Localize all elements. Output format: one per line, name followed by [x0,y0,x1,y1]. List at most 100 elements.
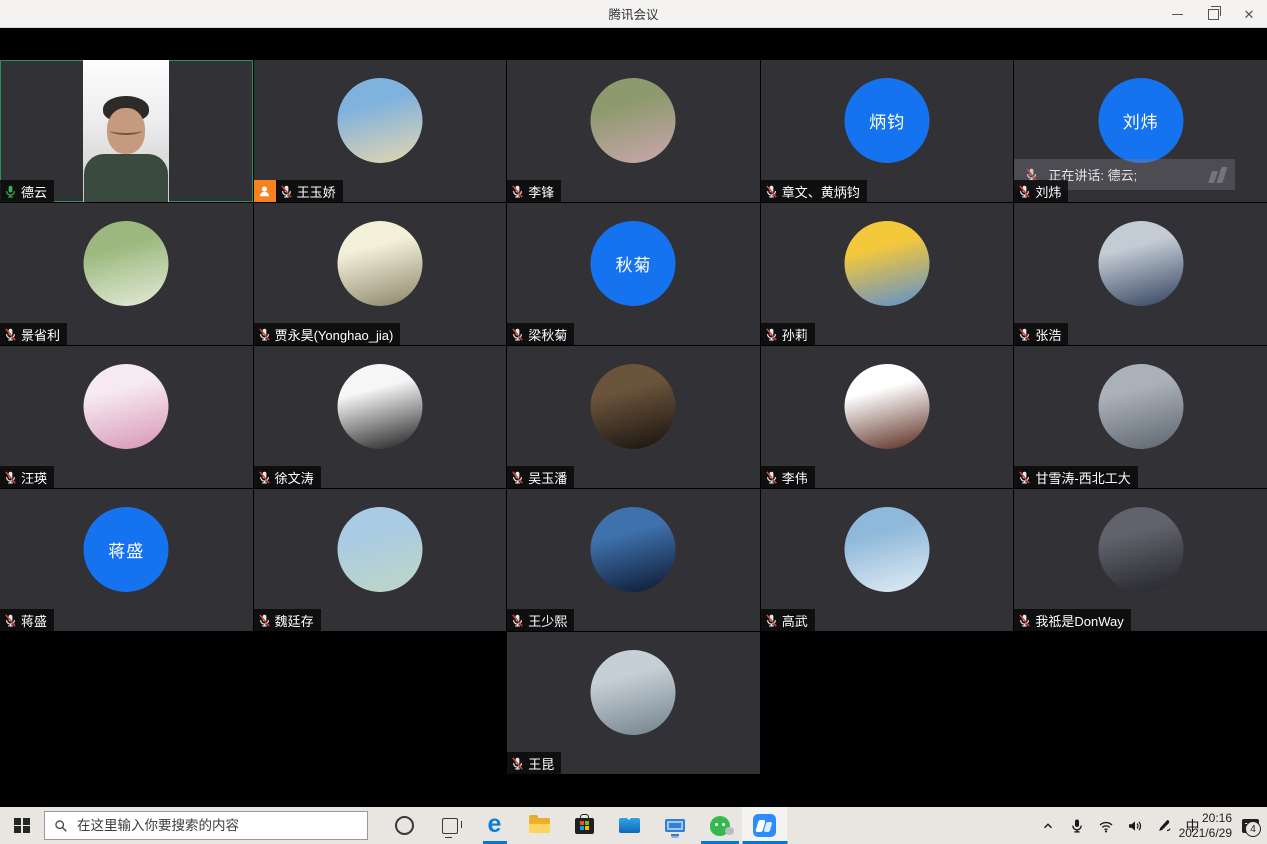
search-input[interactable] [75,817,358,834]
taskbar-app-tencent-meeting[interactable] [742,807,787,844]
taskbar-app-store[interactable] [562,807,607,844]
mic-status-icon [510,327,525,342]
avatar-street-photo [1098,507,1183,592]
taskbar-app-pc[interactable] [652,807,697,844]
participant-tile[interactable]: 德云 [0,60,253,202]
avatar-initials: 刘炜 [1098,78,1183,163]
clock-time: 20:16 [1202,811,1232,826]
participant-tile[interactable]: 王少熙 [507,489,760,631]
mic-status-icon [279,184,294,199]
mic-status-icon [1017,470,1032,485]
participant-nametag: 景省利 [0,323,67,345]
minimize-button[interactable] [1159,0,1195,28]
taskbar-app-file-explorer[interactable] [517,807,562,844]
participant-tile[interactable]: 李伟 [761,346,1014,488]
participant-tile[interactable]: 高武 [761,489,1014,631]
participant-tile[interactable]: 炳钧 章文、黄炳钧 [761,60,1014,202]
microsoft-store-icon [575,818,594,834]
participant-tile[interactable]: 孙莉 [761,203,1014,345]
participant-nametag: 蒋盛 [0,609,54,631]
avatar-forest-photo [591,78,676,163]
tray-ink-button[interactable] [1149,807,1178,844]
ink-pen-icon [1156,818,1172,834]
tray-volume-button[interactable] [1120,807,1149,844]
taskbar-app-wechat[interactable] [697,807,742,844]
participant-tile[interactable]: 汪瑛 [0,346,253,488]
participant-nametag: 高武 [761,609,815,631]
file-explorer-icon [529,818,550,833]
avatar-airplane-photo [845,507,930,592]
participant-tile[interactable]: 王昆 [507,632,760,774]
avatar-sheep-photo [337,78,422,163]
mic-status-icon [510,613,525,628]
participant-tile[interactable]: 魏廷存 [254,489,507,631]
participant-tile[interactable]: 吴玉潘 [507,346,760,488]
taskbar-app-task-view[interactable] [427,807,472,844]
avatar-tophat-cartoon [337,221,422,306]
participant-tile[interactable]: 李锋 [507,60,760,202]
participant-tile[interactable]: 贾永昊(Yonghao_jia) [254,203,507,345]
participant-tile[interactable]: 张浩 [1014,203,1267,345]
tray-microphone-button[interactable] [1062,807,1091,844]
participant-name: 王昆 [528,754,554,773]
participant-tile[interactable]: 秋菊 梁秋菊 [507,203,760,345]
participant-name: 高武 [782,611,808,630]
avatar-man-standing-photo [591,650,676,735]
participant-name: 梁秋菊 [528,325,567,344]
participant-nametag: 章文、黄炳钧 [761,180,867,202]
avatar-girl-photo [84,364,169,449]
participant-nametag: 甘雪涛-西北工大 [1014,466,1137,488]
close-button[interactable]: ✕ [1231,0,1267,28]
search-icon [54,819,68,833]
system-tray: 中 20:16 2021/6/29 4 [1033,807,1267,844]
participant-nametag: 王昆 [507,752,561,774]
avatar-winnie-pooh-cartoon [845,221,930,306]
taskbar-apps: e [382,807,787,844]
avatar-couple-travel-photo [1098,364,1183,449]
participant-name: 徐文涛 [275,468,314,487]
restore-icon [1208,9,1219,20]
window-title: 腾讯会议 [608,4,658,23]
mic-status-icon [764,327,779,342]
wechat-icon [710,816,730,836]
participant-tile[interactable]: 甘雪涛-西北工大 [1014,346,1267,488]
avatar-initials: 蒋盛 [84,507,169,592]
tencent-meeting-window: 腾讯会议 ✕ [0,0,1267,844]
tray-wifi-button[interactable] [1091,807,1120,844]
participant-tile[interactable]: 蒋盛 蒋盛 [0,489,253,631]
participant-name: 张浩 [1035,325,1061,344]
taskbar-app-mail[interactable] [607,807,652,844]
start-button[interactable] [0,807,44,844]
empty-area [0,632,253,774]
taskbar-app-edge[interactable]: e [472,807,517,844]
participant-nametag: 王玉娇 [254,180,343,202]
notification-center-button[interactable]: 4 [1236,807,1265,844]
participant-tile[interactable]: 王玉娇 [254,60,507,202]
mic-status-icon [3,327,18,342]
participant-name: 李伟 [782,468,808,487]
participant-nametag: 梁秋菊 [507,323,574,345]
participant-name: 甘雪涛-西北工大 [1035,468,1130,487]
participant-nametag: 孙莉 [761,323,815,345]
taskbar-search[interactable] [44,811,368,840]
restore-button[interactable] [1195,0,1231,28]
clock-date: 2021/6/29 [1179,826,1232,841]
avatar-lake-photo [337,507,422,592]
taskbar-clock[interactable]: 20:16 2021/6/29 [1207,807,1236,844]
participant-nametag: 贾永昊(Yonghao_jia) [254,323,401,345]
participant-nametag: 王少熙 [507,609,574,631]
participant-name: 魏廷存 [275,611,314,630]
mic-status-icon [257,327,272,342]
meeting-logo-watermark [1210,167,1225,183]
participant-tile[interactable]: 我祗是DonWay [1014,489,1267,631]
windows-logo-icon [14,818,30,834]
participant-nametag: 魏廷存 [254,609,321,631]
participant-tile[interactable]: 景省利 [0,203,253,345]
taskbar-app-cortana[interactable] [382,807,427,844]
participant-tile[interactable]: 刘炜 正在讲话: 德云; [1014,60,1267,202]
avatar-earth-photo [591,507,676,592]
hidden-icons-button[interactable] [1033,807,1062,844]
participant-tile[interactable]: 徐文涛 [254,346,507,488]
participant-grid: 德云 [0,60,1267,774]
task-view-icon [442,818,458,834]
